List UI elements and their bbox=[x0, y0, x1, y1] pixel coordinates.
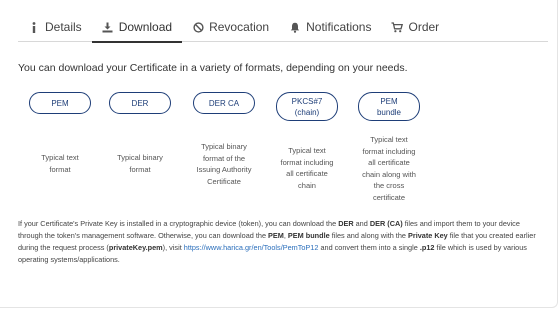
tab-download[interactable]: Download bbox=[91, 16, 183, 43]
format-der-ca: DER CA Typical binary format of the Issuin… bbox=[182, 92, 266, 187]
download-icon bbox=[102, 21, 114, 33]
download-der-button[interactable]: DER bbox=[109, 92, 171, 114]
bell-icon bbox=[289, 21, 301, 33]
format-pem-description: Typical text format bbox=[41, 153, 79, 174]
tab-revocation-label: Revocation bbox=[209, 20, 270, 34]
intro-text: You can download your Certificate in a v… bbox=[18, 62, 408, 74]
download-der-ca-button[interactable]: DER CA bbox=[193, 92, 255, 114]
format-pem-bundle: PEM bundle Typical text format including al… bbox=[347, 92, 431, 203]
tab-notifications[interactable]: Notifications bbox=[279, 16, 381, 42]
tab-notifications-label: Notifications bbox=[306, 20, 372, 34]
download-pkcs7-button[interactable]: PKCS#7 (chain) bbox=[276, 92, 338, 121]
certificate-panel: Details Download Revocation Notification… bbox=[0, 0, 558, 308]
info-icon bbox=[28, 21, 40, 33]
tab-order-label: Order bbox=[408, 20, 440, 34]
tab-details-label: Details bbox=[45, 20, 82, 34]
tab-details[interactable]: Details bbox=[18, 16, 92, 42]
cart-icon bbox=[391, 21, 404, 33]
format-der: DER Typical binary format bbox=[98, 92, 182, 175]
ban-icon bbox=[192, 21, 204, 33]
pem-to-p12-link[interactable]: https://www.harica.gr/en/Tools/PemToP12 bbox=[184, 243, 319, 252]
download-pem-bundle-button[interactable]: PEM bundle bbox=[358, 92, 420, 121]
format-options: PEM Typical text format DER Typical binar… bbox=[18, 92, 438, 202]
format-pkcs7: PKCS#7 (chain) Typical text format includi… bbox=[265, 92, 349, 191]
instructions-paragraph: If your Certificate's Private Key is ins… bbox=[18, 219, 536, 264]
tab-revocation[interactable]: Revocation bbox=[182, 16, 279, 42]
tab-order[interactable]: Order bbox=[381, 16, 449, 42]
tab-bar: Details Download Revocation Notification… bbox=[18, 16, 548, 43]
format-pem-bundle-description: Typical text format including all certific… bbox=[362, 135, 416, 202]
format-pem: PEM Typical text format bbox=[18, 92, 102, 175]
tab-download-label: Download bbox=[118, 20, 173, 34]
format-der-ca-description: Typical binary format of the Issuing Autho… bbox=[196, 142, 252, 186]
download-pem-button[interactable]: PEM bbox=[29, 92, 91, 114]
format-der-description: Typical binary format bbox=[117, 153, 163, 174]
format-pkcs7-description: Typical text format including all certific… bbox=[280, 146, 334, 190]
